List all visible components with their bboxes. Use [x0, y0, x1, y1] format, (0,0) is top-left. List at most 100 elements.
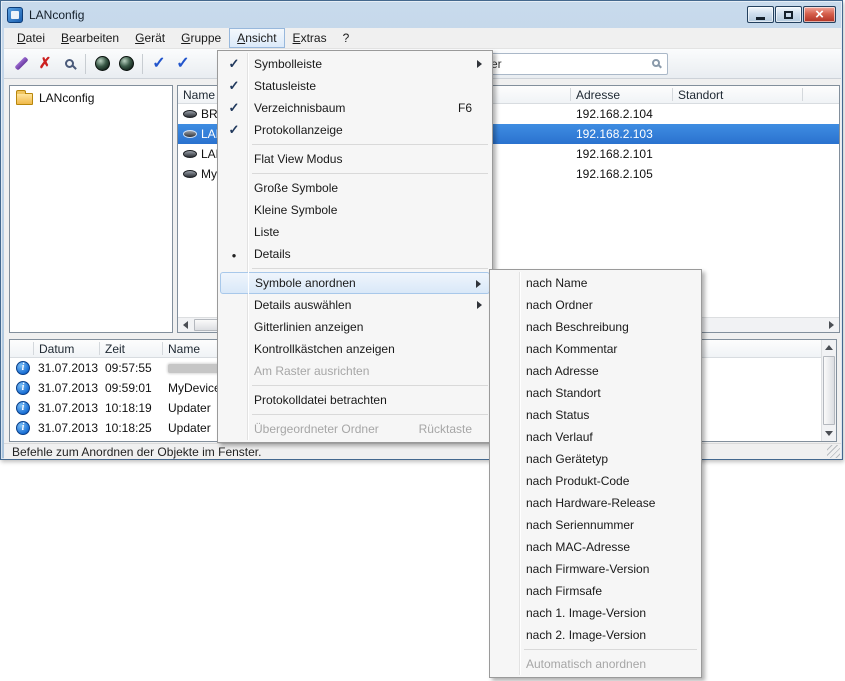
minimize-button[interactable] [747, 6, 774, 23]
submenu-item-nach-1-image-version[interactable]: nach 1. Image-Version [492, 602, 699, 624]
close-button[interactable] [803, 6, 836, 23]
resize-grip[interactable] [827, 445, 840, 458]
column-divider[interactable] [162, 342, 163, 355]
submenu-item-nach-status[interactable]: nach Status [492, 404, 699, 426]
submenu-item-nach-kommentar[interactable]: nach Kommentar [492, 338, 699, 360]
column-header-datum[interactable]: Datum [39, 342, 74, 356]
submenu-item-nach-beschreibung[interactable]: nach Beschreibung [492, 316, 699, 338]
scroll-up-button[interactable] [822, 340, 837, 355]
menu-item-statusleiste[interactable]: ✓ Statusleiste [220, 75, 490, 97]
submenu-item-nach-ordner[interactable]: nach Ordner [492, 294, 699, 316]
monitor-wan-button[interactable] [114, 52, 138, 76]
column-header-name[interactable]: Name [183, 88, 215, 102]
status-text: Befehle zum Anordnen der Objekte im Fens… [12, 445, 261, 459]
menu-item-label: Protokolldatei betrachten [248, 393, 387, 407]
search-input[interactable] [487, 54, 647, 74]
column-divider[interactable] [802, 88, 803, 101]
menu-item-label: nach Verlauf [520, 430, 593, 444]
log-date: 31.07.2013 [38, 401, 98, 415]
menu-item-symbolleiste[interactable]: ✓ Symbolleiste [220, 53, 490, 75]
menu-ansicht[interactable]: Ansicht [229, 28, 284, 48]
scrollbar-thumb[interactable] [823, 356, 835, 425]
menu-item-label: Kleine Symbole [248, 203, 337, 217]
column-header-standort[interactable]: Standort [678, 88, 723, 102]
menu-item-liste[interactable]: Liste [220, 221, 490, 243]
submenu-item-nach-mac-adresse[interactable]: nach MAC-Adresse [492, 536, 699, 558]
menu-geraet[interactable]: Gerät [127, 28, 173, 49]
submenu-item-nach-adresse[interactable]: nach Adresse [492, 360, 699, 382]
check-config-button[interactable]: ✓ [171, 52, 195, 76]
log-device-name: MyDevice [168, 381, 221, 395]
menu-item-label: Flat View Modus [248, 152, 342, 166]
menu-item-label: nach Seriennummer [520, 518, 634, 532]
menu-bearbeiten[interactable]: Bearbeiten [53, 28, 127, 49]
menu-item-kleine-symbole[interactable]: Kleine Symbole [220, 199, 490, 221]
menu-item-kontrollkaestchen-anzeigen[interactable]: Kontrollkästchen anzeigen [220, 338, 490, 360]
menubar: Datei Bearbeiten Gerät Gruppe Ansicht Ex… [4, 28, 841, 49]
column-divider[interactable] [570, 88, 571, 101]
menu-item-flat-view-modus[interactable]: Flat View Modus [220, 148, 490, 170]
log-device-name: Updater [168, 401, 211, 415]
menu-datei[interactable]: Datei [9, 28, 53, 49]
submenu-item-automatisch-anordnen[interactable]: Automatisch anordnen [492, 653, 699, 675]
column-header-name[interactable]: Name [168, 342, 200, 356]
submenu-item-nach-verlauf[interactable]: nach Verlauf [492, 426, 699, 448]
menu-item-protokollanzeige[interactable]: ✓ Protokollanzeige [220, 119, 490, 141]
window-title: LANconfig [29, 8, 746, 22]
log-date: 31.07.2013 [38, 421, 98, 435]
menu-item-am-raster-ausrichten[interactable]: Am Raster ausrichten [220, 360, 490, 382]
submenu-item-nach-2-image-version[interactable]: nach 2. Image-Version [492, 624, 699, 646]
tree-item-lanconfig[interactable]: LANconfig [10, 86, 172, 109]
scroll-right-button[interactable] [824, 318, 839, 333]
menu-item-protokolldatei-betrachten[interactable]: Protokolldatei betrachten [220, 389, 490, 411]
submenu-arrow-icon [476, 280, 481, 288]
submenu-item-nach-geraetetyp[interactable]: nach Gerätetyp [492, 448, 699, 470]
column-divider[interactable] [33, 342, 34, 355]
submenu-item-nach-produkt-code[interactable]: nach Produkt-Code [492, 470, 699, 492]
submenu-item-nach-seriennummer[interactable]: nach Seriennummer [492, 514, 699, 536]
close-icon [815, 6, 824, 24]
scroll-left-button[interactable] [178, 318, 193, 333]
column-divider[interactable] [99, 342, 100, 355]
check-firmware-button[interactable]: ✓ [147, 52, 171, 76]
menu-hilfe[interactable]: ? [335, 28, 358, 49]
menu-item-verzeichnisbaum[interactable]: ✓ Verzeichnisbaum F6 [220, 97, 490, 119]
globe-icon [95, 56, 110, 71]
column-divider[interactable] [672, 88, 673, 101]
submenu-arrow-icon [477, 301, 482, 309]
submenu-item-nach-firmsafe[interactable]: nach Firmsafe [492, 580, 699, 602]
device-address: 192.168.2.103 [576, 127, 653, 141]
column-header-adresse[interactable]: Adresse [576, 88, 620, 102]
menu-item-label: Liste [248, 225, 279, 239]
column-header-zeit[interactable]: Zeit [105, 342, 125, 356]
quickfinder-box [486, 53, 668, 75]
window-controls [746, 6, 836, 23]
find-device-button[interactable] [57, 52, 81, 76]
submenu-item-nach-firmware-version[interactable]: nach Firmware-Version [492, 558, 699, 580]
submenu-item-nach-hardware-release[interactable]: nach Hardware-Release [492, 492, 699, 514]
menu-item-label: Gitterlinien anzeigen [248, 320, 363, 334]
menu-item-uebergeordneter-ordner[interactable]: Übergeordneter Ordner Rücktaste [220, 418, 490, 440]
device-icon [183, 130, 197, 138]
menu-item-details-auswaehlen[interactable]: Details auswählen [220, 294, 490, 316]
vertical-scrollbar[interactable] [821, 340, 836, 441]
menu-item-label: Kontrollkästchen anzeigen [248, 342, 395, 356]
menu-extras[interactable]: Extras [285, 28, 335, 49]
search-magnifier-icon [65, 59, 74, 68]
titlebar[interactable]: LANconfig [1, 1, 842, 28]
menu-item-grosse-symbole[interactable]: Große Symbole [220, 177, 490, 199]
menu-item-details[interactable]: ● Details [220, 243, 490, 265]
info-icon [16, 401, 30, 415]
menu-item-symbole-anordnen[interactable]: Symbole anordnen [220, 272, 490, 294]
menu-item-gitterlinien-anzeigen[interactable]: Gitterlinien anzeigen [220, 316, 490, 338]
log-time: 10:18:25 [105, 421, 152, 435]
menu-gruppe[interactable]: Gruppe [173, 28, 229, 49]
submenu-item-nach-name[interactable]: nach Name [492, 272, 699, 294]
delete-device-button[interactable]: ✗ [33, 52, 57, 76]
maximize-button[interactable] [775, 6, 802, 23]
scroll-down-button[interactable] [822, 426, 837, 441]
monitor-device-button[interactable] [90, 52, 114, 76]
menu-item-label: nach Kommentar [520, 342, 617, 356]
configure-device-button[interactable] [9, 52, 33, 76]
submenu-item-nach-standort[interactable]: nach Standort [492, 382, 699, 404]
